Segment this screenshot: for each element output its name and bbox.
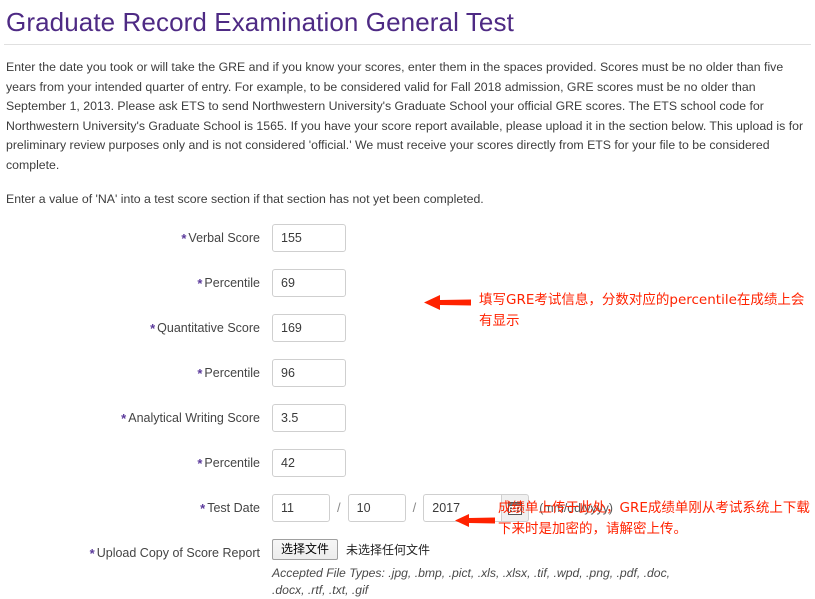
- label-text: Quantitative Score: [157, 320, 260, 335]
- label-verbal-percentile: * Percentile: [0, 269, 272, 298]
- annotation-note-1: 填写GRE考试信息，分数对应的percentile在成绩上会有显示: [479, 292, 805, 329]
- label-verbal-score: * Verbal Score: [0, 224, 272, 253]
- annotation-note-2: 成绩单上传于此处，GRE成绩单刚从考试系统上下载下来时是加密的，请解密上传。: [498, 500, 810, 537]
- annotation-arrow-1-icon: [424, 294, 471, 316]
- form-row-verbal-score: * Verbal Score: [0, 223, 815, 269]
- label-text: Test Date: [207, 500, 260, 515]
- analytical-writing-percentile-input[interactable]: [272, 448, 346, 477]
- page-title: Graduate Record Examination General Test: [6, 7, 514, 37]
- label-analytical-writing-score: * Analytical Writing Score: [0, 404, 272, 433]
- control-analytical-writing-score: [272, 403, 346, 432]
- label-quantitative-score: * Quantitative Score: [0, 314, 272, 343]
- label-text: Verbal Score: [188, 230, 260, 245]
- choose-file-button[interactable]: 选择文件: [272, 539, 339, 560]
- label-text: Percentile: [204, 275, 260, 290]
- gre-score-form: *Verbal Score *Percentile *Quantitative …: [0, 223, 815, 599]
- title-divider: [4, 44, 811, 45]
- quantitative-percentile-input[interactable]: [272, 358, 346, 387]
- file-status-text: 未选择任何文件: [346, 543, 431, 557]
- required-asterisk: *: [181, 230, 187, 246]
- test-date-day-input[interactable]: [347, 493, 406, 522]
- label-text: Percentile: [204, 365, 260, 380]
- form-row-quantitative-percentile: * Percentile: [0, 358, 815, 404]
- date-separator-2: /: [412, 500, 417, 515]
- label-quantitative-percentile: * Percentile: [0, 359, 272, 388]
- control-verbal-percentile: [272, 268, 346, 297]
- quantitative-score-input[interactable]: [272, 313, 346, 342]
- label-text: Analytical Writing Score: [128, 410, 260, 425]
- intro-paragraph-2: Enter a value of 'NA' into a test score …: [6, 192, 484, 206]
- gre-form-page: Graduate Record Examination General Test…: [0, 0, 815, 597]
- control-quantitative-score: [272, 313, 346, 342]
- date-separator-1: /: [337, 500, 341, 515]
- required-asterisk: *: [200, 500, 206, 516]
- label-analytical-writing-percentile: * Percentile: [0, 449, 272, 478]
- required-asterisk: *: [150, 320, 156, 336]
- analytical-writing-score-input[interactable]: [272, 403, 346, 432]
- control-analytical-writing-percentile: [272, 448, 346, 477]
- verbal-percentile-input[interactable]: [272, 268, 346, 297]
- required-asterisk: *: [121, 410, 127, 426]
- intro-paragraph-1: Enter the date you took or will take the…: [6, 60, 804, 172]
- label-text: Upload Copy of Score Report: [96, 545, 260, 560]
- verbal-score-input[interactable]: [272, 223, 346, 252]
- annotation-arrow-2-icon: [455, 513, 495, 533]
- required-asterisk: *: [197, 365, 203, 381]
- form-row-upload-score-report: * Upload Copy of Score Report 选择文件 未选择任何文…: [0, 539, 815, 599]
- required-asterisk: *: [197, 455, 203, 471]
- file-input-row: 选择文件 未选择任何文件: [272, 539, 704, 561]
- test-date-month-input[interactable]: [272, 493, 330, 522]
- required-asterisk: *: [89, 545, 95, 561]
- control-upload-score-report: 选择文件 未选择任何文件 Accepted File Types: .jpg, …: [272, 539, 704, 599]
- form-row-analytical-writing-score: * Analytical Writing Score: [0, 403, 815, 449]
- accepted-file-types-text: Accepted File Types: .jpg, .bmp, .pict, …: [272, 565, 671, 597]
- required-asterisk: *: [197, 275, 203, 291]
- control-verbal-score: [272, 223, 346, 252]
- label-upload-score-report: * Upload Copy of Score Report: [0, 539, 272, 566]
- form-row-analytical-writing-percentile: * Percentile: [0, 448, 815, 494]
- label-test-date: * Test Date: [0, 494, 272, 523]
- control-quantitative-percentile: [272, 358, 346, 387]
- label-text: Percentile: [204, 455, 260, 470]
